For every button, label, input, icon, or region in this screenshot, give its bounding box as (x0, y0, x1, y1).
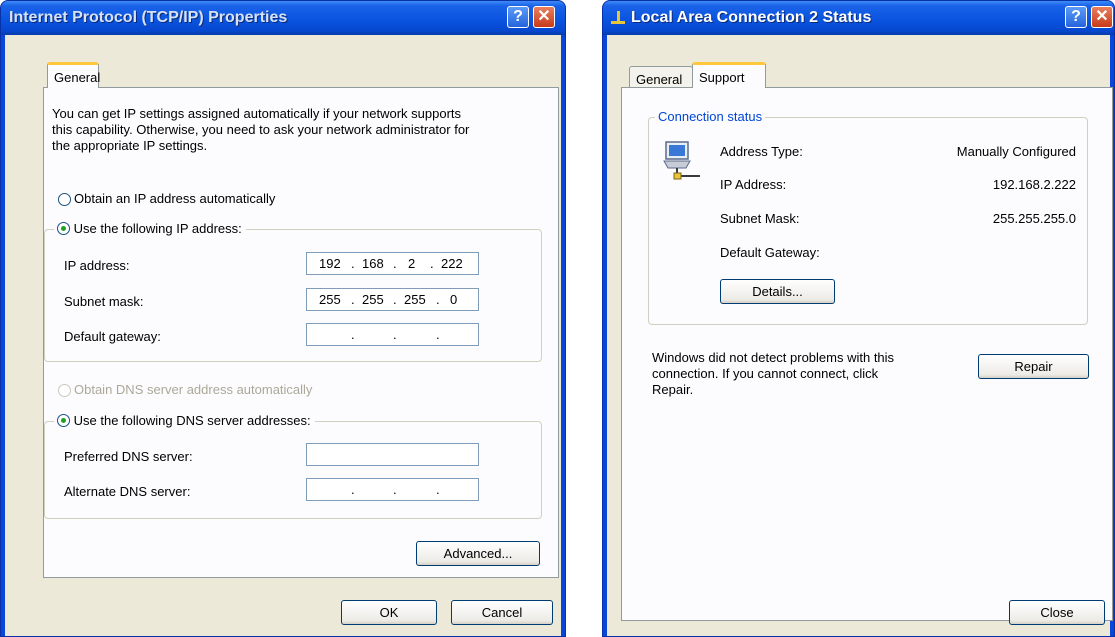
ip-octet-4: 222 (441, 256, 463, 271)
preferred-dns-input[interactable] (306, 443, 479, 466)
tab-general[interactable]: General (47, 62, 101, 88)
title-bar[interactable]: Internet Protocol (TCP/IP) Properties ? … (1, 1, 565, 35)
intro-line-2: this capability. Otherwise, you need to … (52, 122, 470, 137)
address-type-value: Manually Configured (956, 144, 1076, 159)
ip-octet-1: 192 (319, 256, 341, 271)
dns-server-group (44, 421, 542, 519)
subnet-octet-4: 0 (450, 292, 458, 307)
ip-address-value: 192.168.2.222 (992, 177, 1076, 192)
use-following-ip-option[interactable]: Use the following IP address: (54, 221, 246, 236)
ip-octet-3: 2 (408, 256, 416, 271)
alternate-dns-input[interactable]: . . . (306, 478, 479, 501)
tab-general-label: General (636, 72, 683, 87)
close-icon[interactable]: ✕ (1091, 6, 1113, 28)
subnet-octet-1: 255 (319, 292, 341, 307)
tab-general[interactable]: General (629, 66, 693, 88)
help-icon[interactable]: ? (507, 6, 529, 28)
obtain-ip-auto-label[interactable]: Obtain an IP address automatically (74, 191, 275, 206)
default-gateway-label: Default Gateway: (720, 245, 820, 260)
default-gateway-label: Default gateway: (64, 329, 161, 344)
status-message-line-2: connection. If you cannot connect, click (652, 366, 879, 381)
tab-general-label: General (54, 70, 101, 85)
alternate-dns-label: Alternate DNS server: (64, 484, 191, 499)
use-following-dns-radio[interactable] (57, 414, 70, 427)
dialog-client-area: General Support Connection status Addres… (607, 35, 1113, 636)
connection-status-dialog: Local Area Connection 2 Status ? ✕ Gener… (602, 0, 1115, 637)
status-message: Windows did not detect problems with thi… (652, 350, 894, 398)
network-computer-icon (663, 141, 700, 180)
status-message-line-3: Repair. (652, 382, 694, 397)
subnet-mask-value: 255.255.255.0 (992, 211, 1076, 226)
intro-text: You can get IP settings assigned automat… (52, 106, 469, 154)
details-button[interactable]: Details... (720, 279, 835, 304)
cancel-button[interactable]: Cancel (451, 600, 553, 625)
ip-address-label: IP Address: (720, 177, 787, 192)
use-following-dns-label[interactable]: Use the following DNS server addresses: (74, 413, 311, 428)
obtain-dns-auto-radio[interactable] (58, 384, 71, 397)
ip-address-label: IP address: (64, 258, 130, 273)
use-following-ip-radio[interactable] (57, 222, 70, 235)
tab-support[interactable]: Support (692, 62, 766, 88)
close-icon[interactable]: ✕ (533, 6, 555, 28)
help-icon[interactable]: ? (1065, 6, 1087, 28)
ip-octet-2: 168 (362, 256, 384, 271)
close-button[interactable]: Close (1009, 600, 1105, 625)
connection-status-title: Connection status (655, 109, 766, 124)
tab-support-label: Support (699, 70, 745, 85)
obtain-dns-auto-label[interactable]: Obtain DNS server address automatically (74, 382, 312, 397)
dialog-title: Internet Protocol (TCP/IP) Properties (9, 9, 288, 26)
intro-line-1: You can get IP settings assigned automat… (52, 106, 462, 121)
subnet-octet-2: 255 (362, 292, 384, 307)
status-message-line-1: Windows did not detect problems with thi… (652, 350, 895, 365)
intro-line-3: the appropriate IP settings. (52, 138, 208, 153)
ip-address-input[interactable]: 192 . 168 . 2 . 222 (306, 252, 479, 275)
tcpip-properties-dialog: Internet Protocol (TCP/IP) Properties ? … (0, 0, 566, 637)
subnet-octet-3: 255 (404, 292, 426, 307)
address-type-label: Address Type: (720, 144, 803, 159)
advanced-button[interactable]: Advanced... (416, 541, 540, 566)
subnet-mask-label: Subnet mask: (64, 294, 144, 309)
use-following-dns-option[interactable]: Use the following DNS server addresses: (54, 413, 315, 428)
dialog-client-area: General You can get IP settings assigned… (5, 35, 561, 636)
use-following-ip-label[interactable]: Use the following IP address: (74, 221, 242, 236)
repair-button[interactable]: Repair (978, 354, 1089, 379)
title-bar[interactable]: Local Area Connection 2 Status ? ✕ (603, 1, 1114, 35)
obtain-ip-auto-radio[interactable] (58, 193, 71, 206)
support-tab-panel: Connection status Address Type: Manually… (621, 87, 1113, 621)
general-tab-panel: You can get IP settings assigned automat… (43, 87, 559, 578)
subnet-mask-label: Subnet Mask: (720, 211, 800, 226)
subnet-mask-input[interactable]: 255 . 255 . 255 . 0 (306, 288, 479, 311)
dialog-title: Local Area Connection 2 Status (631, 9, 872, 26)
ok-button[interactable]: OK (341, 600, 437, 625)
default-gateway-input[interactable]: . . . (306, 323, 479, 346)
preferred-dns-label: Preferred DNS server: (64, 449, 193, 464)
network-connection-icon (609, 9, 627, 27)
